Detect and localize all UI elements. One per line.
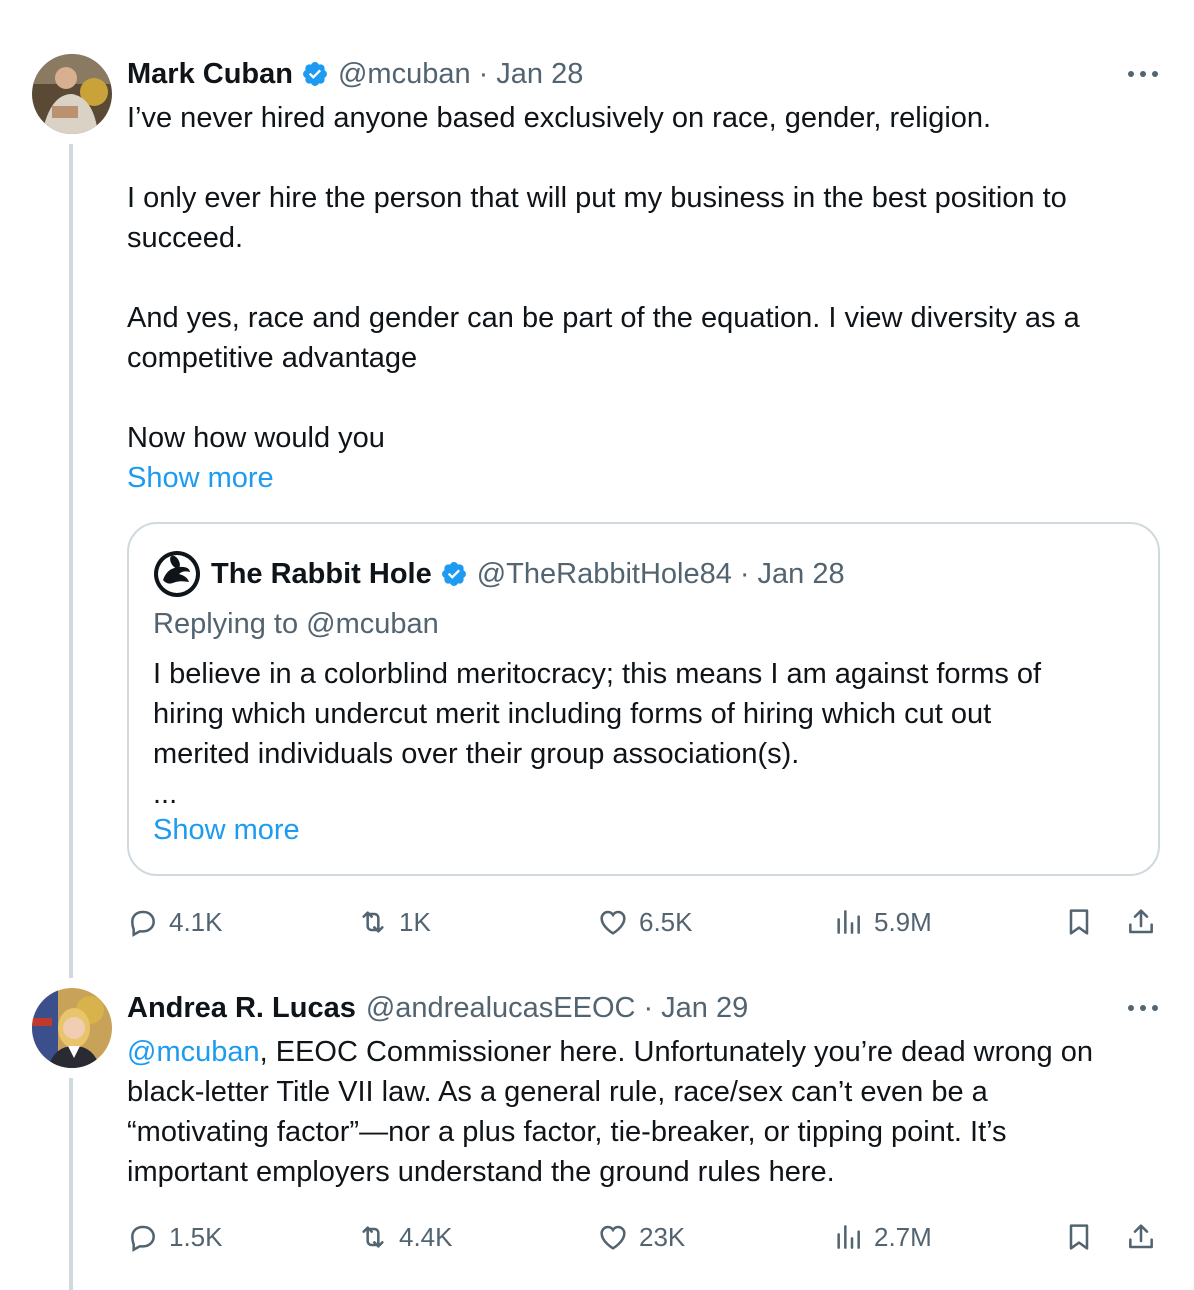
tweet-paragraph: I’ve never hired anyone based exclusivel… [127, 102, 992, 134]
reply-button[interactable]: 1.5K [127, 1217, 223, 1257]
separator: · [478, 57, 489, 90]
reply-icon [131, 910, 155, 937]
quote-author-handle[interactable]: @TheRabbitHole84 [477, 558, 732, 591]
quoted-tweet[interactable]: The Rabbit Hole @TheRabbitHole84 · Jan 2… [127, 522, 1160, 876]
repost-icon [362, 1226, 384, 1248]
repost-count: 1K [399, 906, 431, 937]
bookmark-button[interactable] [1063, 902, 1103, 942]
repost-button[interactable]: 4.4K [357, 1217, 453, 1257]
bookmark-icon [1069, 909, 1089, 935]
reply-count: 4.1K [169, 906, 223, 937]
quote-ellipsis: ... [153, 778, 178, 810]
quote-text: I believe in a colorblind meritocracy; t… [153, 654, 1143, 814]
share-icon [1129, 1224, 1153, 1249]
like-count: 6.5K [639, 906, 693, 937]
thread-line [69, 144, 73, 978]
view-count: 5.9M [874, 906, 932, 937]
views-icon [837, 1225, 860, 1249]
share-button[interactable] [1125, 1217, 1165, 1257]
tweet-date[interactable]: Jan 29 [661, 992, 748, 1025]
bookmark-button[interactable] [1063, 1217, 1103, 1257]
like-button[interactable]: 23K [597, 1217, 685, 1257]
separator: · [643, 991, 654, 1024]
avatar[interactable] [32, 54, 112, 134]
repost-count: 4.4K [399, 1221, 453, 1252]
views-icon [837, 910, 860, 934]
reply-button[interactable]: 4.1K [127, 902, 223, 942]
views-button[interactable]: 2.7M [832, 1217, 932, 1257]
avatar[interactable] [32, 988, 112, 1068]
verified-badge-icon [441, 562, 466, 586]
heart-icon [600, 910, 626, 935]
share-button[interactable] [1125, 902, 1165, 942]
tweet-date[interactable]: Jan 28 [496, 58, 583, 91]
thread-line [69, 1078, 73, 1290]
like-button[interactable]: 6.5K [597, 902, 693, 942]
tweet-paragraph: , EEOC Commissioner here. Unfortunately … [127, 1036, 1093, 1188]
tweet-header: Mark Cuban @mcuban · Jan 28 [127, 56, 583, 92]
separator: · [739, 557, 750, 590]
replying-to-label: Replying to @mcuban [153, 608, 439, 640]
tweet-paragraph: I only ever hire the person that will pu… [127, 182, 1067, 254]
action-bar: 4.1K 1K 6.5K 5.9M [127, 902, 1167, 942]
author-name[interactable]: Andrea R. Lucas [127, 992, 356, 1025]
share-icon [1129, 909, 1153, 934]
heart-icon [600, 1225, 626, 1250]
author-handle[interactable]: @andrealucasEEOC [366, 992, 636, 1025]
tweet-paragraph: Now how would you [127, 422, 385, 454]
tweet-header: Andrea R. Lucas @andrealucasEEOC · Jan 2… [127, 990, 748, 1026]
quote-paragraph: I believe in a colorblind meritocracy; t… [153, 658, 1042, 770]
author-name[interactable]: Mark Cuban [127, 58, 293, 91]
repost-button[interactable]: 1K [357, 902, 431, 942]
tweet-text: @mcuban, EEOC Commissioner here. Unfortu… [127, 1032, 1157, 1192]
repost-icon [362, 911, 384, 933]
mention-link[interactable]: @mcuban [127, 1036, 260, 1068]
views-button[interactable]: 5.9M [832, 902, 932, 942]
rabbit-hole-logo-icon[interactable] [153, 550, 201, 598]
view-count: 2.7M [874, 1221, 932, 1252]
more-options-icon[interactable] [1126, 998, 1160, 1018]
verified-badge-icon [303, 62, 327, 86]
tweet-paragraph: And yes, race and gender can be part of … [127, 302, 1080, 374]
quote-date[interactable]: Jan 28 [758, 558, 845, 591]
show-more-link[interactable]: Show more [153, 814, 300, 847]
show-more-link[interactable]: Show more [127, 458, 1157, 498]
like-count: 23K [639, 1221, 686, 1252]
more-options-icon[interactable] [1126, 64, 1160, 84]
reply-count: 1.5K [169, 1221, 223, 1252]
bookmark-icon [1069, 1224, 1089, 1250]
tweet-text: I’ve never hired anyone based exclusivel… [127, 98, 1157, 498]
action-bar: 1.5K 4.4K 23K 2.7M [127, 1217, 1167, 1257]
reply-icon [131, 1225, 155, 1252]
quote-author-name[interactable]: The Rabbit Hole [211, 558, 432, 591]
quote-header: The Rabbit Hole @TheRabbitHole84 · Jan 2… [153, 551, 845, 597]
author-handle[interactable]: @mcuban [338, 58, 471, 91]
